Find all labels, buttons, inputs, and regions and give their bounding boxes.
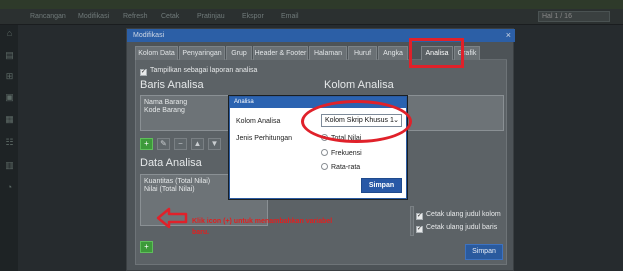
reprint-row-checkbox[interactable]: ✓: [416, 226, 423, 233]
radio-rata-rata-label: Rata-rata: [331, 164, 361, 171]
tab-angka[interactable]: Angka: [378, 46, 408, 60]
reprint-row-label: Cetak ulang judul baris: [426, 224, 498, 231]
tab-huruf[interactable]: Huruf: [348, 46, 377, 60]
radio-frekuensi-label: Frekuensi: [331, 150, 362, 157]
show-analysis-option[interactable]: ✓ Tampilkan sebagai laporan analisa: [140, 66, 257, 76]
options-divider: [410, 206, 414, 236]
add-data-icon[interactable]: +: [140, 241, 153, 253]
highlight-analisa-tab: [409, 38, 464, 68]
add-icon[interactable]: +: [140, 138, 153, 150]
arrow-left-icon: [156, 207, 188, 229]
clock-icon[interactable]: ◔: [4, 182, 15, 193]
reprint-row-option[interactable]: ✓ Cetak ulang judul baris: [416, 223, 497, 233]
reprint-column-label: Cetak ulang judul kolom: [426, 211, 501, 218]
move-down-icon[interactable]: ▼: [208, 138, 221, 150]
toolbar-item-refresh[interactable]: Refresh: [123, 12, 148, 22]
ledger-icon[interactable]: ▤: [4, 50, 15, 61]
save-button[interactable]: Simpan: [465, 244, 503, 260]
radio-button[interactable]: [321, 163, 328, 170]
tab-halaman[interactable]: Halaman: [309, 46, 347, 60]
report-toolbar: Rancangan Modifikasi Refresh Cetak Prati…: [0, 9, 623, 25]
show-analysis-checkbox[interactable]: ✓: [140, 69, 147, 76]
dialog-save-button[interactable]: Simpan: [361, 178, 402, 193]
left-sidebar: ⌂ ▤ ⊞ ▣ ▦ ☷ ▥ ◔: [0, 25, 18, 271]
window-title-text: Modifikasi: [133, 32, 165, 39]
box-icon[interactable]: ▦: [4, 114, 15, 125]
list-item[interactable]: Nilai (Total Nilai): [144, 186, 195, 194]
close-icon[interactable]: ×: [506, 30, 511, 41]
list-item[interactable]: Kuantitas (Total Nilai): [144, 178, 210, 186]
list-item[interactable]: Nama Barang: [144, 99, 187, 107]
tab-header-footer[interactable]: Header & Footer: [253, 46, 308, 60]
users-icon[interactable]: ☷: [4, 137, 15, 148]
baris-button-row: + ✎ − ▲ ▼: [140, 138, 240, 150]
radio-frekuensi[interactable]: Frekuensi: [321, 149, 362, 158]
radio-button[interactable]: [321, 149, 328, 156]
top-bar: [0, 0, 623, 9]
edit-icon[interactable]: ✎: [157, 138, 170, 150]
page-indicator[interactable]: Hal 1 / 16: [538, 11, 610, 22]
delete-icon[interactable]: −: [174, 138, 187, 150]
move-up-icon[interactable]: ▲: [191, 138, 204, 150]
list-item[interactable]: Kode Barang: [144, 107, 185, 115]
kolom-analisa-label: Kolom Analisa: [236, 118, 281, 125]
kolom-analisa-heading: Kolom Analisa: [324, 79, 394, 91]
baris-analisa-heading: Baris Analisa: [140, 79, 204, 91]
reprint-column-option[interactable]: ✓ Cetak ulang judul kolom: [416, 210, 501, 220]
toolbar-item-modifikasi[interactable]: Modifikasi: [78, 12, 109, 22]
tab-kolom-data[interactable]: Kolom Data: [135, 46, 178, 60]
jenis-perhitungan-label: Jenis Perhitungan: [236, 135, 293, 142]
report-icon[interactable]: ▥: [4, 160, 15, 171]
data-button-row: +: [140, 241, 160, 253]
reprint-column-checkbox[interactable]: ✓: [416, 213, 423, 220]
bag-icon[interactable]: ▣: [4, 92, 15, 103]
radio-rata-rata[interactable]: Rata-rata: [321, 163, 360, 172]
toolbar-item-rancangan[interactable]: Rancangan: [30, 12, 66, 22]
highlight-kolom-select: [301, 100, 412, 143]
home-icon[interactable]: ⌂: [4, 28, 15, 39]
cart-icon[interactable]: ⊞: [4, 71, 15, 82]
toolbar-item-email[interactable]: Email: [281, 12, 299, 22]
tab-penyaringan[interactable]: Penyaringan: [179, 46, 225, 60]
toolbar-item-ekspor[interactable]: Ekspor: [242, 12, 264, 22]
show-analysis-label: Tampilkan sebagai laporan analisa: [150, 67, 258, 74]
toolbar-item-pratinjau[interactable]: Pratinjau: [197, 12, 225, 22]
toolbar-item-cetak[interactable]: Cetak: [161, 12, 179, 22]
app-root: Rancangan Modifikasi Refresh Cetak Prati…: [0, 0, 623, 271]
tab-grup[interactable]: Grup: [226, 46, 252, 60]
data-analisa-heading: Data Analisa: [140, 157, 202, 169]
annotation-text: Klik icon (+) untuk menambahkan variabel…: [192, 218, 333, 236]
